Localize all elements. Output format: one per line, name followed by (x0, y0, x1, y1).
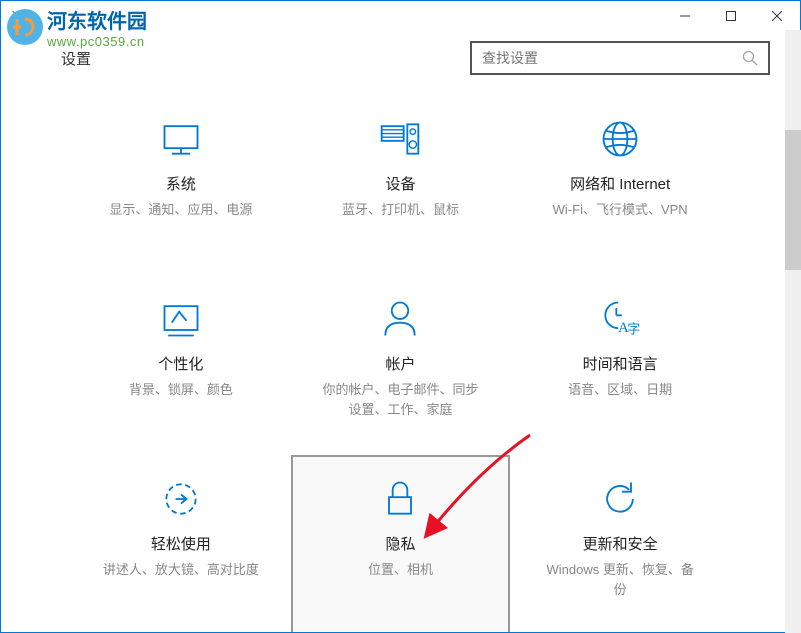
svg-text:字: 字 (627, 323, 640, 337)
display-icon (159, 117, 203, 161)
update-icon (598, 477, 642, 521)
tile-desc: 讲述人、放大镜、高对比度 (103, 560, 259, 580)
settings-window: 设置 设置 (0, 0, 801, 633)
maximize-button[interactable] (708, 1, 754, 31)
devices-icon (378, 117, 422, 161)
tile-privacy[interactable]: 隐私 位置、相机 (291, 455, 511, 632)
tile-desc: 显示、通知、应用、电源 (109, 200, 252, 220)
titlebar: 设置 (1, 1, 800, 31)
tile-desc: 蓝牙、打印机、鼠标 (342, 200, 459, 220)
search-box[interactable] (470, 41, 770, 75)
header-row: 设置 (21, 41, 780, 75)
tile-update-security[interactable]: 更新和安全 Windows 更新、恢复、备份 (510, 455, 730, 632)
ease-of-access-icon (159, 477, 203, 521)
tile-network[interactable]: 网络和 Internet Wi-Fi、飞行模式、VPN (510, 95, 730, 275)
tile-title: 更新和安全 (583, 533, 658, 554)
minimize-button[interactable] (662, 1, 708, 31)
tile-time-language[interactable]: A 字 时间和语言 语音、区域、日期 (510, 275, 730, 455)
settings-grid: 系统 显示、通知、应用、电源 设备 蓝牙、打印机、鼠标 (21, 95, 780, 632)
person-icon (378, 297, 422, 341)
tile-title: 设备 (385, 173, 415, 194)
search-icon (742, 50, 758, 66)
tile-title: 帐户 (385, 353, 415, 374)
tile-title: 轻松使用 (151, 533, 211, 554)
tile-desc: Windows 更新、恢复、备份 (540, 560, 700, 599)
tile-title: 隐私 (385, 533, 415, 554)
tile-title: 个性化 (158, 353, 203, 374)
maximize-icon (726, 11, 736, 21)
lock-icon (378, 477, 422, 521)
scrollbar-thumb[interactable] (785, 130, 801, 270)
page-title: 设置 (21, 48, 91, 69)
close-icon (772, 11, 782, 21)
tile-title: 网络和 Internet (570, 173, 670, 194)
window-title: 设置 (1, 8, 35, 25)
tile-desc: 语音、区域、日期 (568, 380, 672, 400)
tile-title: 系统 (166, 173, 196, 194)
tile-accounts[interactable]: 帐户 你的帐户、电子邮件、同步设置、工作、家庭 (291, 275, 511, 455)
tile-desc: Wi-Fi、飞行模式、VPN (553, 200, 688, 220)
content-area: 设置 系统 显示、通知、应用、电源 (1, 31, 800, 632)
tile-personalization[interactable]: 个性化 背景、锁屏、颜色 (71, 275, 291, 455)
tile-title: 时间和语言 (583, 353, 658, 374)
vertical-scrollbar[interactable] (785, 30, 801, 633)
tile-desc: 你的帐户、电子邮件、同步设置、工作、家庭 (320, 380, 480, 419)
tile-desc: 背景、锁屏、颜色 (129, 380, 233, 400)
close-button[interactable] (754, 1, 800, 31)
time-language-icon: A 字 (598, 297, 642, 341)
search-input[interactable] (482, 50, 742, 66)
tile-system[interactable]: 系统 显示、通知、应用、电源 (71, 95, 291, 275)
tile-ease-of-access[interactable]: 轻松使用 讲述人、放大镜、高对比度 (71, 455, 291, 632)
personalization-icon (159, 297, 203, 341)
tile-desc: 位置、相机 (368, 560, 433, 580)
tile-devices[interactable]: 设备 蓝牙、打印机、鼠标 (291, 95, 511, 275)
minimize-icon (680, 11, 690, 21)
globe-icon (598, 117, 642, 161)
